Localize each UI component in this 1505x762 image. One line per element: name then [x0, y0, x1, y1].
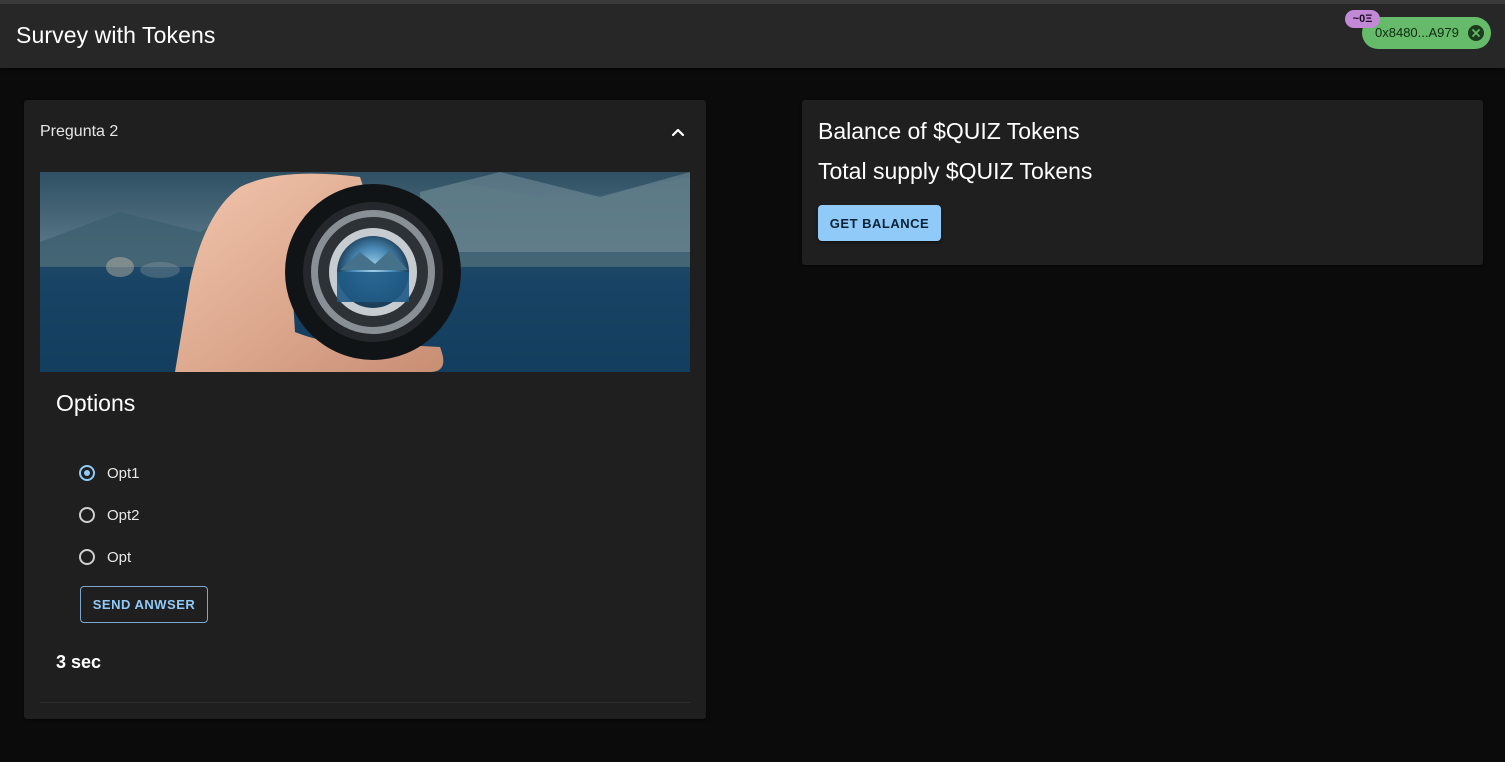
balance-label: Balance of $QUIZ Tokens: [818, 118, 1080, 144]
radio-checked-icon[interactable]: [79, 465, 95, 481]
wallet-address: 0x8480...A979: [1375, 25, 1459, 40]
question-title: Pregunta 2: [40, 123, 119, 140]
option-label: Opt: [107, 548, 132, 566]
chevron-up-icon[interactable]: [668, 122, 688, 142]
close-circle-icon[interactable]: [1468, 25, 1484, 41]
option-radio-opt3[interactable]: Opt: [79, 545, 131, 569]
camera-lens-photo: [40, 172, 690, 372]
question-image: [40, 172, 690, 372]
option-label: Opt2: [107, 506, 140, 524]
total-supply-label: Total supply $QUIZ Tokens: [818, 158, 1093, 184]
radio-unchecked-icon[interactable]: [79, 549, 95, 565]
app-title: Survey with Tokens: [16, 22, 216, 48]
option-radio-opt2[interactable]: Opt2: [79, 503, 140, 527]
app-bar: Survey with Tokens: [0, 0, 1505, 68]
wallet-address-chip[interactable]: 0x8480...A979: [1362, 17, 1491, 49]
send-answer-button[interactable]: SEND ANWSER: [80, 586, 208, 623]
option-label: Opt1: [107, 464, 140, 482]
option-radio-opt1[interactable]: Opt1: [79, 461, 140, 485]
divider: [40, 702, 690, 703]
get-balance-button[interactable]: GET BALANCE: [818, 205, 941, 241]
wallet-balance-badge: ~0Ξ: [1345, 10, 1380, 28]
token-info-card: Balance of $QUIZ Tokens Total supply $QU…: [802, 100, 1483, 265]
options-heading: Options: [56, 390, 136, 416]
radio-unchecked-icon[interactable]: [79, 507, 95, 523]
question-accordion: Pregunta 2 Options Opt1 Opt2 Opt SEND AN…: [24, 100, 706, 719]
countdown-timer: 3 sec: [56, 652, 102, 672]
